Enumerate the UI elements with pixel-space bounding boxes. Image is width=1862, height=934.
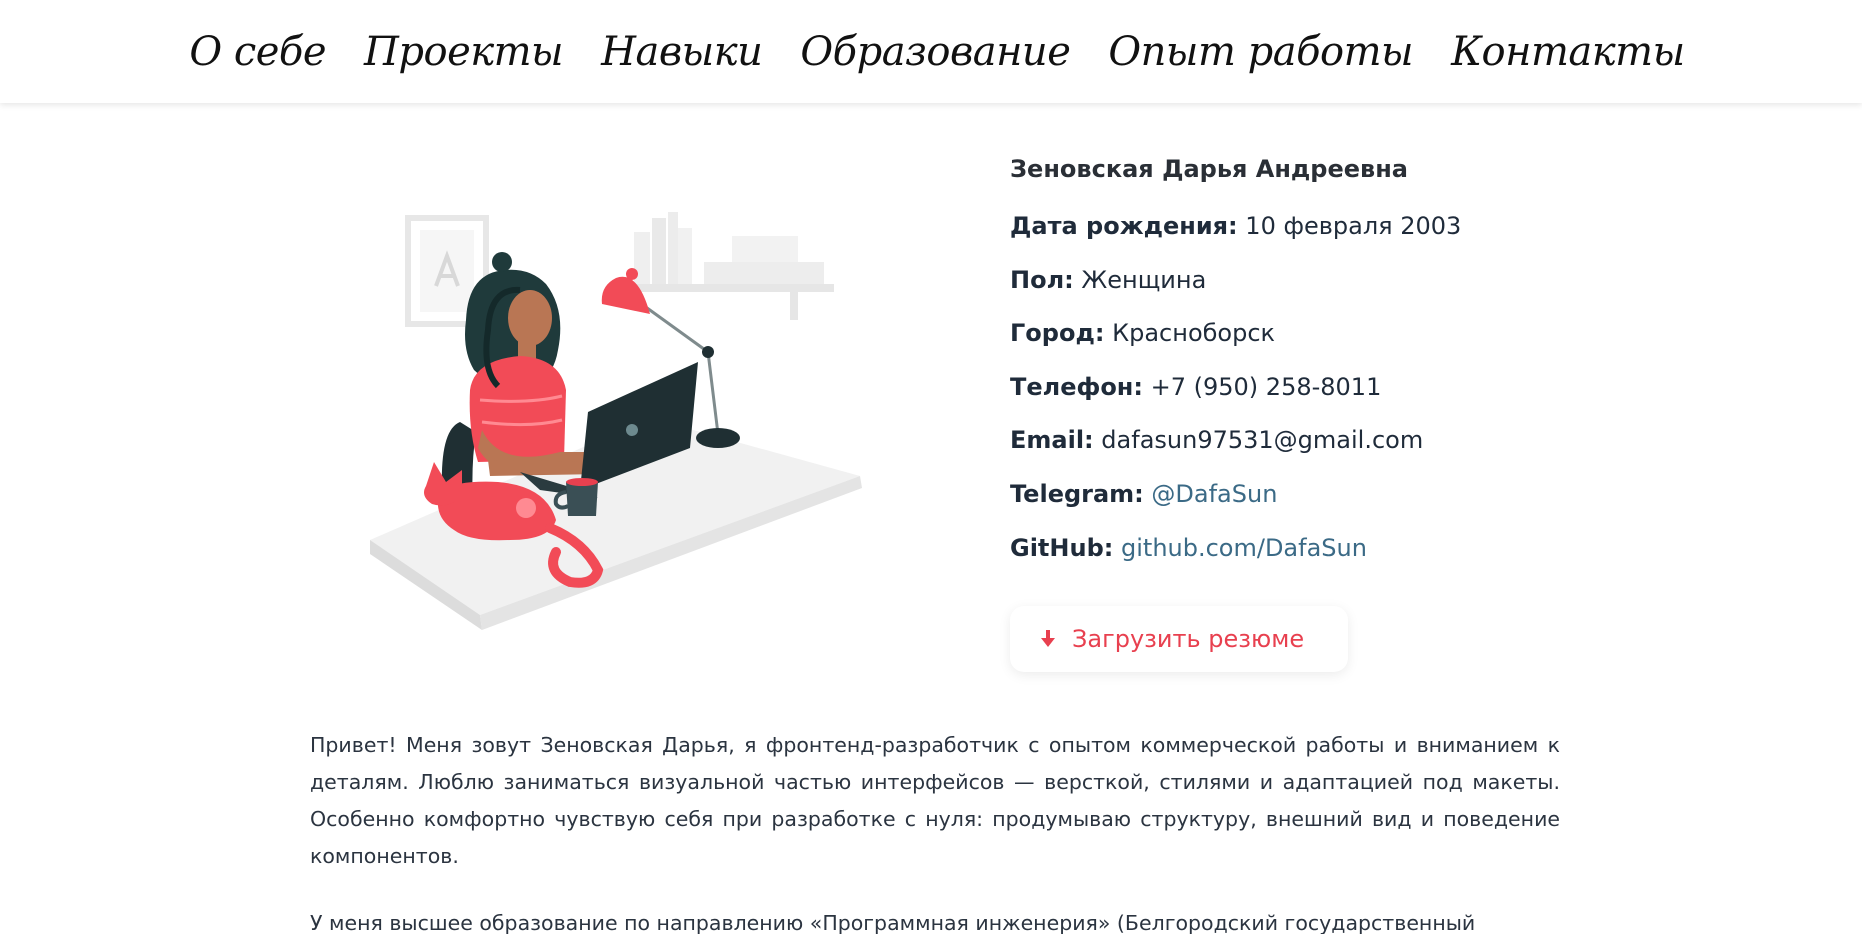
hero-illustration (370, 212, 862, 630)
city-label: Город: (1010, 319, 1105, 348)
top-nav-bar: О себе Проекты Навыки Образование Опыт р… (0, 0, 1862, 103)
birth-date-value: 10 февраля 2003 (1245, 212, 1462, 240)
about-paragraph-education: У меня высшее образование по направлению… (310, 911, 1476, 934)
nav-item-about[interactable]: О себе (189, 29, 326, 75)
github-link[interactable]: github.com/DafaSun (1121, 534, 1367, 562)
nav-item-projects[interactable]: Проекты (364, 29, 564, 75)
telegram-row: Telegram: @DafaSun (1010, 477, 1610, 511)
nav-item-experience[interactable]: Опыт работы (1108, 29, 1413, 75)
birth-date-label: Дата рождения: (1010, 212, 1238, 240)
telegram-label: Telegram: (1010, 479, 1144, 508)
gender-label: Пол: (1010, 265, 1074, 294)
arrow-down-icon (1041, 630, 1055, 647)
telegram-link[interactable]: @DafaSun (1151, 480, 1277, 508)
about-section: Привет! Меня зовут Зеновская Дарья, я фр… (310, 727, 1560, 934)
phone-label: Телефон: (1010, 372, 1143, 401)
birth-date-row: Дата рождения: 10 февраля 2003 (1010, 209, 1610, 243)
nav-item-contacts[interactable]: Контакты (1451, 29, 1685, 75)
city-row: Город: Красноборск (1010, 316, 1610, 350)
nav-item-skills[interactable]: Навыки (601, 29, 763, 75)
download-resume-button[interactable]: Загрузить резюме (1010, 606, 1348, 672)
email-value: dafasun97531@gmail.com (1101, 426, 1424, 455)
github-label: GitHub: (1010, 533, 1114, 562)
wall-shelf (622, 212, 834, 320)
phone-value: +7 (950) 258-8011 (1150, 372, 1382, 401)
nav-item-education[interactable]: Образование (800, 29, 1070, 75)
about-paragraph-intro: Привет! Меня зовут Зеновская Дарья, я фр… (310, 733, 1560, 868)
gender-row: Пол: Женщина (1010, 263, 1610, 297)
profile-info: Зеновская Дарья Андреевна Дата рождения:… (1010, 152, 1610, 584)
gender-value: Женщина (1081, 265, 1207, 294)
email-label: Email: (1010, 426, 1094, 455)
main-nav: О себе Проекты Навыки Образование Опыт р… (189, 29, 1685, 75)
profile-name: Зеновская Дарья Андреевна (1010, 155, 1408, 183)
email-row: Email: dafasun97531@gmail.com (1010, 423, 1610, 457)
city-value: Красноборск (1112, 319, 1276, 348)
phone-row: Телефон: +7 (950) 258-8011 (1010, 370, 1610, 404)
github-row: GitHub: github.com/DafaSun (1010, 531, 1610, 565)
download-resume-label: Загрузить резюме (1072, 625, 1305, 653)
